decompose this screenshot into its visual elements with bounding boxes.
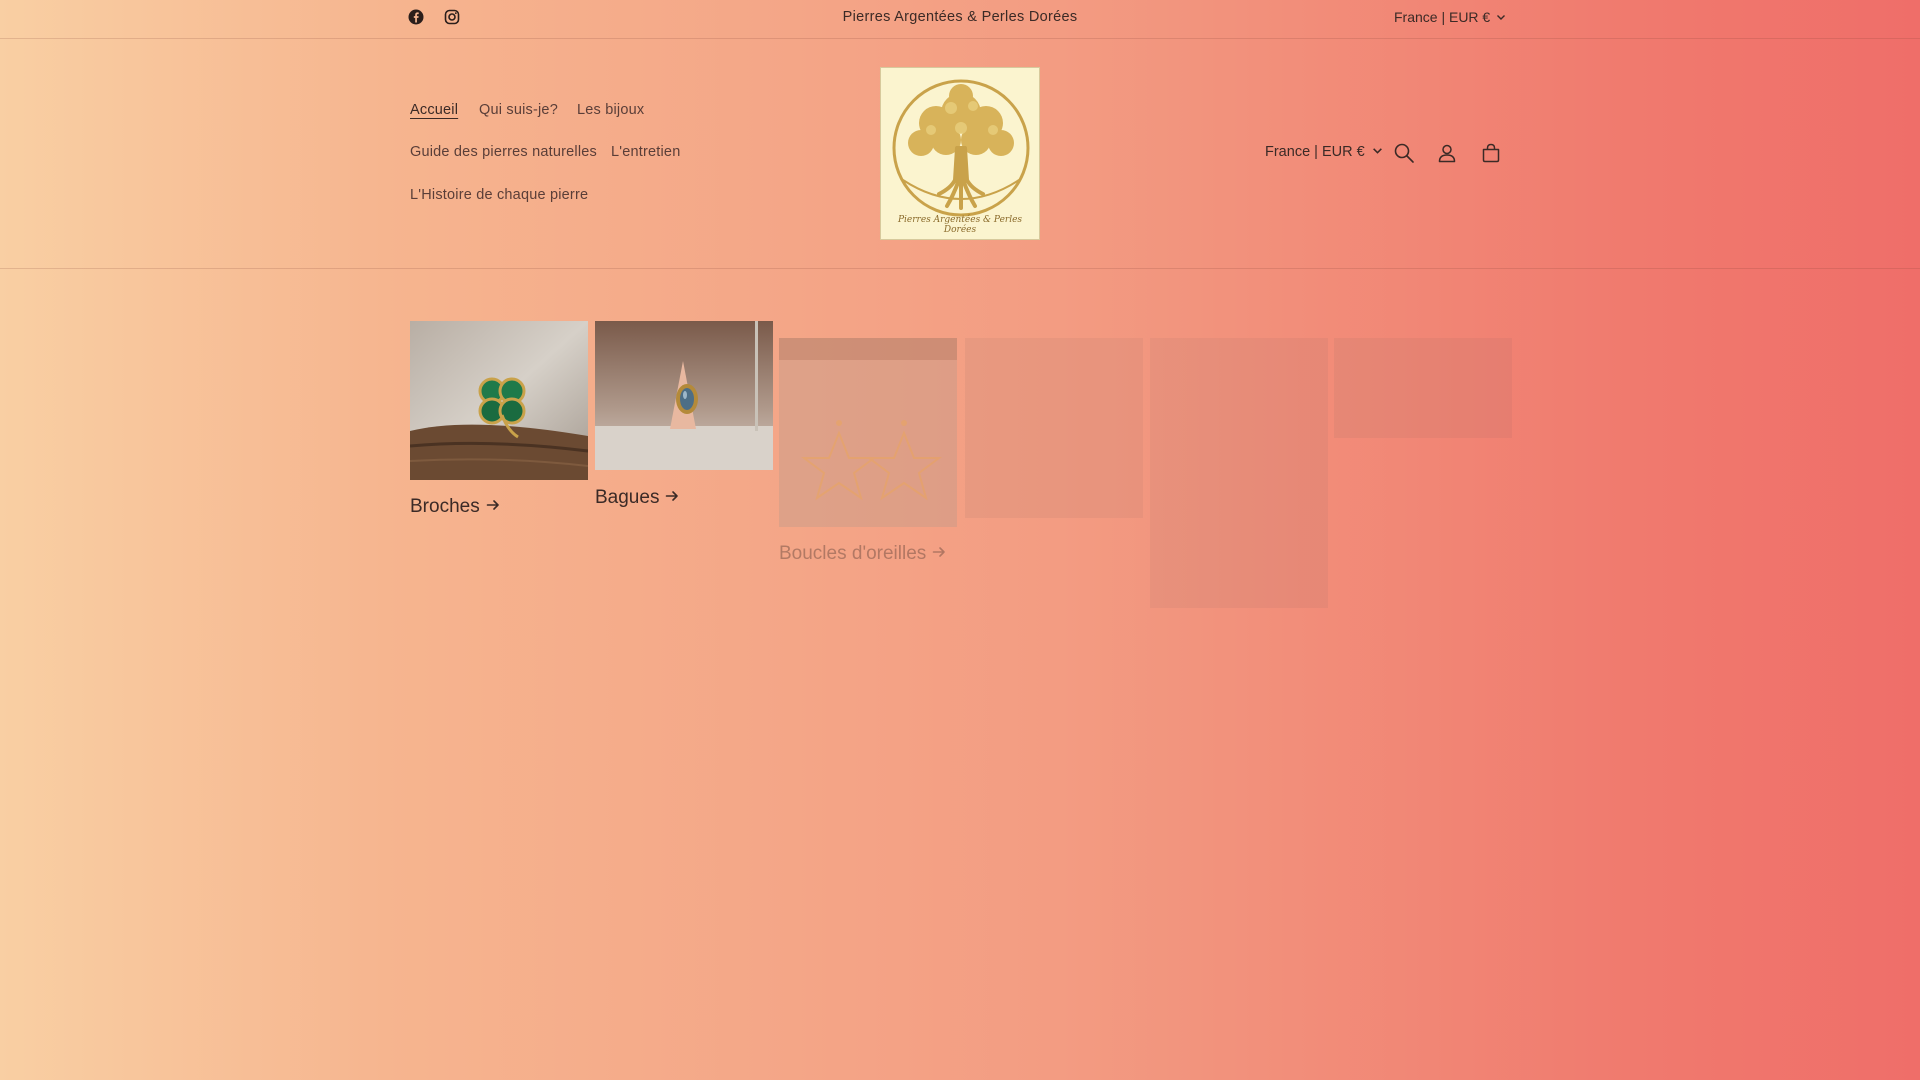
country-selector-top-label: France | EUR € xyxy=(1394,9,1491,25)
site-header: Accueil Qui suis-je? Les bijoux Guide de… xyxy=(0,39,1920,269)
country-selector-top[interactable]: France | EUR € xyxy=(1394,9,1506,25)
nav-item-entretien[interactable]: L'entretien xyxy=(611,144,680,160)
collection-title-boucles-oreilles-text: Boucles d'oreilles xyxy=(779,543,927,564)
collection-title-bagues: Bagues xyxy=(595,487,679,509)
account-button[interactable] xyxy=(1433,141,1461,169)
collection-image-boucles-oreilles xyxy=(779,338,957,527)
collection-card-placeholder xyxy=(965,338,1143,518)
collection-card-placeholder xyxy=(1150,338,1328,608)
collection-card-placeholder xyxy=(1334,338,1512,438)
nav-item-accueil[interactable]: Accueil xyxy=(410,102,458,118)
arrow-right-icon xyxy=(486,496,500,518)
collection-title-bagues-text: Bagues xyxy=(595,487,660,508)
collection-image-broches xyxy=(410,321,588,480)
collection-card-broches[interactable]: Broches xyxy=(410,321,588,521)
chevron-down-icon xyxy=(1372,144,1383,160)
announcement-bar: Pierres Argentées & Perles Dorées France… xyxy=(0,0,1920,39)
cart-icon xyxy=(1480,142,1502,169)
collection-card-bagues[interactable]: Bagues xyxy=(595,321,773,521)
country-selector[interactable]: France | EUR € xyxy=(1265,144,1383,160)
store-logo[interactable]: Pierres Argentées & Perles Dorées xyxy=(880,67,1040,240)
instagram-link[interactable] xyxy=(443,9,461,30)
arrow-right-icon xyxy=(665,487,679,509)
country-selector-label: France | EUR € xyxy=(1265,144,1365,160)
instagram-icon xyxy=(444,9,460,30)
logo-caption: Pierres Argentées & Perles Dorées xyxy=(897,215,1023,235)
search-icon xyxy=(1393,142,1415,169)
facebook-link[interactable] xyxy=(407,9,425,30)
nav-item-les-bijoux[interactable]: Les bijoux xyxy=(577,102,644,118)
collection-title-broches-text: Broches xyxy=(410,496,480,517)
collection-title-broches: Broches xyxy=(410,496,500,518)
facebook-icon xyxy=(408,9,424,30)
collection-title-boucles-oreilles: Boucles d'oreilles xyxy=(779,543,946,565)
nav-item-histoire-pierre[interactable]: L'Histoire de chaque pierre xyxy=(410,187,588,203)
account-icon xyxy=(1436,142,1458,169)
collection-card-boucles-oreilles[interactable]: Boucles d'oreilles xyxy=(779,338,957,570)
chevron-down-icon xyxy=(1496,9,1506,25)
arrow-right-icon xyxy=(932,543,946,565)
announcement-text: Pierres Argentées & Perles Dorées xyxy=(842,9,1078,25)
cart-button[interactable] xyxy=(1477,141,1505,169)
nav-item-qui-suis-je[interactable]: Qui suis-je? xyxy=(479,102,558,118)
collection-image-bagues xyxy=(595,321,773,470)
search-button[interactable] xyxy=(1390,141,1418,169)
nav-item-guide-pierres[interactable]: Guide des pierres naturelles xyxy=(410,144,597,160)
